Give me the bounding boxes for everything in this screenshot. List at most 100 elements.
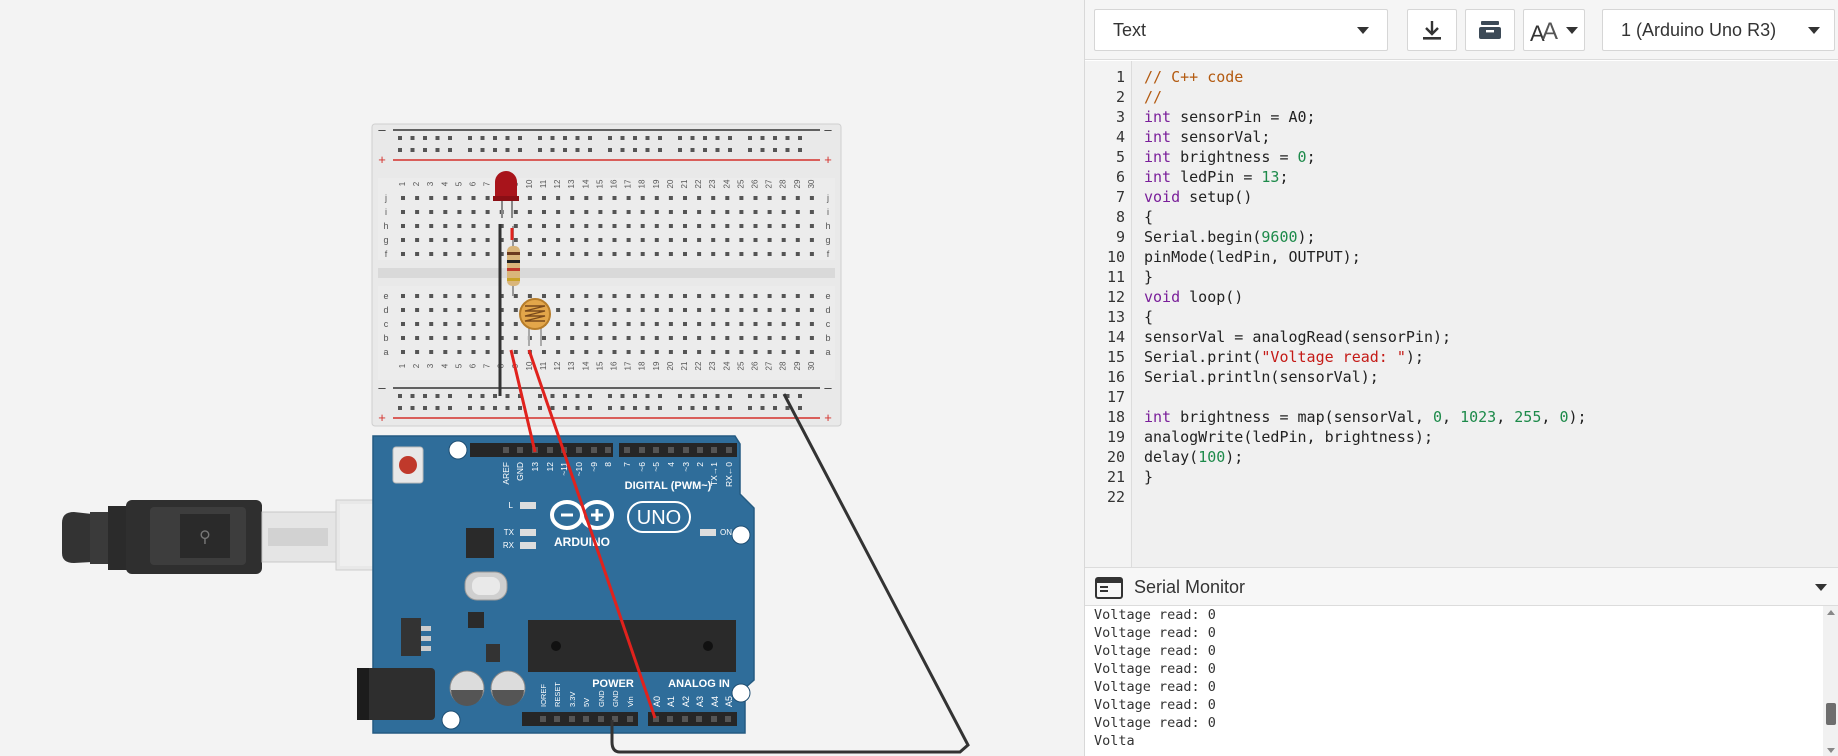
scroll-up-icon[interactable] <box>1827 610 1835 615</box>
terminal-hole[interactable] <box>711 238 716 242</box>
terminal-hole[interactable] <box>584 294 589 298</box>
terminal-hole[interactable] <box>542 252 546 256</box>
header-pin[interactable] <box>668 447 674 453</box>
rail-hole[interactable] <box>538 136 542 140</box>
rail-hole[interactable] <box>678 136 682 140</box>
terminal-hole[interactable] <box>584 336 589 340</box>
terminal-hole[interactable] <box>429 336 434 340</box>
terminal-hole[interactable] <box>767 196 772 200</box>
rail-hole[interactable] <box>448 136 452 140</box>
rail-hole[interactable] <box>703 394 707 398</box>
rail-hole[interactable] <box>678 406 682 410</box>
terminal-hole[interactable] <box>711 294 716 298</box>
terminal-hole[interactable] <box>415 238 420 242</box>
terminal-hole[interactable] <box>513 238 518 242</box>
terminal-hole[interactable] <box>612 196 617 200</box>
terminal-hole[interactable] <box>598 210 603 214</box>
terminal-hole[interactable] <box>795 308 800 312</box>
rail-hole[interactable] <box>538 394 542 398</box>
terminal-hole[interactable] <box>612 238 617 242</box>
rail-hole[interactable] <box>645 148 650 152</box>
terminal-hole[interactable] <box>457 238 462 242</box>
terminal-hole[interactable] <box>401 252 405 256</box>
terminal-hole[interactable] <box>640 308 645 312</box>
terminal-hole[interactable] <box>809 294 814 298</box>
rail-hole[interactable] <box>773 406 777 410</box>
rail-hole[interactable] <box>690 406 695 410</box>
rail-hole[interactable] <box>645 406 650 410</box>
code-line[interactable]: Serial.print("Voltage read: "); <box>1144 347 1587 367</box>
rail-hole[interactable] <box>410 136 415 140</box>
terminal-hole[interactable] <box>457 322 462 326</box>
terminal-hole[interactable] <box>429 210 434 214</box>
terminal-hole[interactable] <box>598 308 603 312</box>
rail-hole[interactable] <box>715 148 720 152</box>
rail-hole[interactable] <box>703 136 707 140</box>
rail-hole[interactable] <box>468 394 472 398</box>
terminal-hole[interactable] <box>584 308 589 312</box>
terminal-hole[interactable] <box>725 238 730 242</box>
terminal-hole[interactable] <box>612 308 617 312</box>
code-line[interactable] <box>1144 387 1587 407</box>
terminal-hole[interactable] <box>654 308 659 312</box>
header-pin[interactable] <box>639 447 645 453</box>
terminal-hole[interactable] <box>513 308 518 312</box>
rail-hole[interactable] <box>620 148 625 152</box>
terminal-hole[interactable] <box>767 294 772 298</box>
rail-hole[interactable] <box>785 406 790 410</box>
terminal-hole[interactable] <box>725 308 730 312</box>
rail-hole[interactable] <box>505 394 510 398</box>
terminal-hole[interactable] <box>429 224 434 228</box>
rail-hole[interactable] <box>785 148 790 152</box>
terminal-hole[interactable] <box>753 322 758 326</box>
rail-hole[interactable] <box>760 406 765 410</box>
terminal-hole[interactable] <box>598 224 603 228</box>
terminal-hole[interactable] <box>683 308 687 312</box>
rail-hole[interactable] <box>728 136 732 140</box>
terminal-hole[interactable] <box>683 238 687 242</box>
terminal-hole[interactable] <box>542 336 546 340</box>
rail-hole[interactable] <box>435 148 440 152</box>
terminal-hole[interactable] <box>556 210 561 214</box>
terminal-hole[interactable] <box>401 196 405 200</box>
terminal-hole[interactable] <box>443 252 448 256</box>
terminal-hole[interactable] <box>401 350 405 354</box>
terminal-hole[interactable] <box>626 252 631 256</box>
code-line[interactable]: analogWrite(ledPin, brightness); <box>1144 427 1587 447</box>
terminal-hole[interactable] <box>415 196 420 200</box>
rail-hole[interactable] <box>658 406 662 410</box>
scroll-down-icon[interactable] <box>1827 748 1835 753</box>
terminal-hole[interactable] <box>725 210 730 214</box>
terminal-hole[interactable] <box>626 308 631 312</box>
terminal-hole[interactable] <box>485 196 490 200</box>
terminal-hole[interactable] <box>753 294 758 298</box>
serial-monitor-header[interactable]: Serial Monitor <box>1085 568 1838 606</box>
code-line[interactable]: int ledPin = 13; <box>1144 167 1587 187</box>
code-text[interactable]: // C++ code//int sensorPin = A0; int sens… <box>1144 67 1587 507</box>
rail-hole[interactable] <box>538 148 542 152</box>
terminal-hole[interactable] <box>697 336 702 340</box>
rail-hole[interactable] <box>728 148 732 152</box>
rail-hole[interactable] <box>690 394 695 398</box>
terminal-hole[interactable] <box>640 210 645 214</box>
terminal-hole[interactable] <box>513 210 518 214</box>
terminal-hole[interactable] <box>711 224 716 228</box>
terminal-hole[interactable] <box>739 252 744 256</box>
terminal-hole[interactable] <box>401 294 405 298</box>
rail-hole[interactable] <box>633 406 637 410</box>
terminal-hole[interactable] <box>626 210 631 214</box>
terminal-hole[interactable] <box>598 252 603 256</box>
terminal-hole[interactable] <box>527 294 532 298</box>
terminal-hole[interactable] <box>767 252 772 256</box>
terminal-hole[interactable] <box>542 224 546 228</box>
terminal-hole[interactable] <box>626 196 631 200</box>
terminal-hole[interactable] <box>513 350 518 354</box>
code-line[interactable]: } <box>1144 267 1587 287</box>
terminal-hole[interactable] <box>640 196 645 200</box>
terminal-hole[interactable] <box>457 196 462 200</box>
rail-hole[interactable] <box>518 148 522 152</box>
terminal-hole[interactable] <box>584 350 589 354</box>
terminal-hole[interactable] <box>725 294 730 298</box>
terminal-hole[interactable] <box>809 308 814 312</box>
terminal-hole[interactable] <box>809 224 814 228</box>
